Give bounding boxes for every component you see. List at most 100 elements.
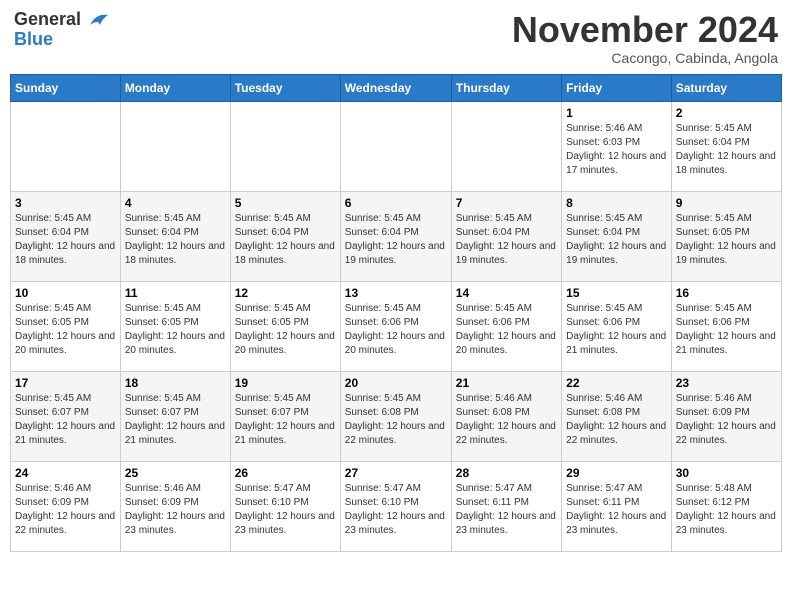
- column-header-thursday: Thursday: [451, 74, 561, 101]
- calendar-cell: 18Sunrise: 5:45 AMSunset: 6:07 PMDayligh…: [120, 371, 230, 461]
- calendar-cell: 10 Sunrise: 5:45 AMSunset: 6:05 PMDayligh…: [11, 281, 121, 371]
- day-number: 12: [235, 286, 336, 300]
- calendar-cell: [451, 101, 561, 191]
- day-info: Sunrise: 5:45 AMSunset: 6:05 PMDaylight:…: [676, 212, 777, 268]
- day-number: 19: [235, 376, 336, 390]
- day-number: 20: [345, 376, 447, 390]
- calendar-cell: 19 Sunrise: 5:45 AMSunset: 6:07 PMDayligh…: [230, 371, 340, 461]
- day-number: 14: [456, 286, 557, 300]
- column-header-wednesday: Wednesday: [340, 74, 451, 101]
- day-info: Sunrise: 5:45 AMSunset: 6:04 PMDaylight:…: [676, 122, 777, 178]
- calendar-cell: 17 Sunrise: 5:45 AMSunset: 6:07 PMDayligh…: [11, 371, 121, 461]
- day-number: 30: [676, 466, 777, 480]
- day-info: Sunrise: 5:45 AMSunset: 6:06 PMDaylight:…: [676, 302, 777, 358]
- week-row-4: 17 Sunrise: 5:45 AMSunset: 6:07 PMDayligh…: [11, 371, 782, 461]
- day-number: 15: [566, 286, 667, 300]
- day-info: Sunrise: 5:45 AMSunset: 6:06 PMDaylight:…: [456, 302, 557, 358]
- calendar-header-row: SundayMondayTuesdayWednesdayThursdayFrid…: [11, 74, 782, 101]
- calendar-cell: 8 Sunrise: 5:45 AMSunset: 6:04 PMDaylight…: [562, 191, 672, 281]
- day-number: 2: [676, 106, 777, 120]
- calendar-cell: 23 Sunrise: 5:46 AMSunset: 6:09 PMDayligh…: [671, 371, 781, 461]
- calendar-cell: 16 Sunrise: 5:45 AMSunset: 6:06 PMDayligh…: [671, 281, 781, 371]
- day-number: 11: [125, 286, 226, 300]
- calendar-cell: 1 Sunrise: 5:46 AMSunset: 6:03 PMDaylight…: [562, 101, 672, 191]
- day-info: Sunrise: 5:45 AMSunset: 6:04 PMDaylight:…: [345, 212, 447, 268]
- day-info: Sunrise: 5:46 AMSunset: 6:09 PMDaylight:…: [15, 482, 116, 538]
- calendar-cell: [11, 101, 121, 191]
- calendar-cell: 11 Sunrise: 5:45 AMSunset: 6:05 PMDayligh…: [120, 281, 230, 371]
- week-row-5: 24 Sunrise: 5:46 AMSunset: 6:09 PMDayligh…: [11, 461, 782, 551]
- day-info: Sunrise: 5:45 AMSunset: 6:04 PMDaylight:…: [235, 212, 336, 268]
- day-info: Sunrise: 5:46 AMSunset: 6:08 PMDaylight:…: [566, 392, 667, 448]
- day-info: Sunrise: 5:45 AMSunset: 6:07 PMDaylight:…: [125, 392, 226, 448]
- day-info: Sunrise: 5:46 AMSunset: 6:03 PMDaylight:…: [566, 122, 667, 178]
- location: Cacongo, Cabinda, Angola: [512, 50, 778, 66]
- calendar-cell: 25 Sunrise: 5:46 AMSunset: 6:09 PMDayligh…: [120, 461, 230, 551]
- day-info: Sunrise: 5:47 AMSunset: 6:10 PMDaylight:…: [345, 482, 447, 538]
- week-row-1: 1 Sunrise: 5:46 AMSunset: 6:03 PMDaylight…: [11, 101, 782, 191]
- calendar-cell: [230, 101, 340, 191]
- calendar-cell: 5 Sunrise: 5:45 AMSunset: 6:04 PMDaylight…: [230, 191, 340, 281]
- calendar-cell: 6 Sunrise: 5:45 AMSunset: 6:04 PMDaylight…: [340, 191, 451, 281]
- calendar-cell: 2 Sunrise: 5:45 AMSunset: 6:04 PMDaylight…: [671, 101, 781, 191]
- day-info: Sunrise: 5:46 AMSunset: 6:09 PMDaylight:…: [125, 482, 226, 538]
- day-info: Sunrise: 5:46 AMSunset: 6:08 PMDaylight:…: [456, 392, 557, 448]
- column-header-monday: Monday: [120, 74, 230, 101]
- day-number: 22: [566, 376, 667, 390]
- day-info: Sunrise: 5:46 AMSunset: 6:09 PMDaylight:…: [676, 392, 777, 448]
- day-number: 27: [345, 466, 447, 480]
- calendar-cell: 21 Sunrise: 5:46 AMSunset: 6:08 PMDayligh…: [451, 371, 561, 461]
- calendar-cell: 14 Sunrise: 5:45 AMSunset: 6:06 PMDayligh…: [451, 281, 561, 371]
- calendar-cell: 28 Sunrise: 5:47 AMSunset: 6:11 PMDayligh…: [451, 461, 561, 551]
- day-number: 8: [566, 196, 667, 210]
- day-info: Sunrise: 5:45 AMSunset: 6:04 PMDaylight:…: [566, 212, 667, 268]
- column-header-friday: Friday: [562, 74, 672, 101]
- title-block: November 2024 Cacongo, Cabinda, Angola: [512, 10, 778, 66]
- column-header-sunday: Sunday: [11, 74, 121, 101]
- column-header-tuesday: Tuesday: [230, 74, 340, 101]
- logo-general: General: [14, 9, 81, 29]
- day-info: Sunrise: 5:45 AMSunset: 6:05 PMDaylight:…: [125, 302, 226, 358]
- day-number: 23: [676, 376, 777, 390]
- day-number: 16: [676, 286, 777, 300]
- calendar-cell: 7Sunrise: 5:45 AMSunset: 6:04 PMDaylight…: [451, 191, 561, 281]
- calendar-cell: [340, 101, 451, 191]
- day-number: 17: [15, 376, 116, 390]
- day-number: 1: [566, 106, 667, 120]
- day-info: Sunrise: 5:45 AMSunset: 6:04 PMDaylight:…: [456, 212, 557, 268]
- day-info: Sunrise: 5:47 AMSunset: 6:11 PMDaylight:…: [456, 482, 557, 538]
- week-row-3: 10 Sunrise: 5:45 AMSunset: 6:05 PMDayligh…: [11, 281, 782, 371]
- month-title: November 2024: [512, 10, 778, 50]
- day-info: Sunrise: 5:45 AMSunset: 6:05 PMDaylight:…: [235, 302, 336, 358]
- calendar-cell: 27 Sunrise: 5:47 AMSunset: 6:10 PMDayligh…: [340, 461, 451, 551]
- day-number: 5: [235, 196, 336, 210]
- week-row-2: 3 Sunrise: 5:45 AMSunset: 6:04 PMDaylight…: [11, 191, 782, 281]
- day-info: Sunrise: 5:47 AMSunset: 6:10 PMDaylight:…: [235, 482, 336, 538]
- day-number: 10: [15, 286, 116, 300]
- calendar-cell: [120, 101, 230, 191]
- day-number: 9: [676, 196, 777, 210]
- day-info: Sunrise: 5:45 AMSunset: 6:06 PMDaylight:…: [566, 302, 667, 358]
- day-info: Sunrise: 5:45 AMSunset: 6:06 PMDaylight:…: [345, 302, 447, 358]
- day-info: Sunrise: 5:45 AMSunset: 6:04 PMDaylight:…: [15, 212, 116, 268]
- day-number: 3: [15, 196, 116, 210]
- day-number: 6: [345, 196, 447, 210]
- calendar-cell: 3 Sunrise: 5:45 AMSunset: 6:04 PMDaylight…: [11, 191, 121, 281]
- day-info: Sunrise: 5:47 AMSunset: 6:11 PMDaylight:…: [566, 482, 667, 538]
- calendar-cell: 29Sunrise: 5:47 AMSunset: 6:11 PMDayligh…: [562, 461, 672, 551]
- day-info: Sunrise: 5:45 AMSunset: 6:07 PMDaylight:…: [235, 392, 336, 448]
- day-info: Sunrise: 5:45 AMSunset: 6:05 PMDaylight:…: [15, 302, 116, 358]
- day-number: 24: [15, 466, 116, 480]
- page-header: General Blue November 2024 Cacongo, Cabi…: [10, 10, 782, 66]
- logo-bird-icon: [88, 11, 110, 29]
- calendar-cell: 24 Sunrise: 5:46 AMSunset: 6:09 PMDayligh…: [11, 461, 121, 551]
- day-number: 28: [456, 466, 557, 480]
- day-number: 21: [456, 376, 557, 390]
- calendar-table: SundayMondayTuesdayWednesdayThursdayFrid…: [10, 74, 782, 552]
- day-info: Sunrise: 5:45 AMSunset: 6:07 PMDaylight:…: [15, 392, 116, 448]
- logo-text: General Blue: [14, 10, 110, 50]
- calendar-cell: 13Sunrise: 5:45 AMSunset: 6:06 PMDayligh…: [340, 281, 451, 371]
- day-number: 26: [235, 466, 336, 480]
- day-number: 25: [125, 466, 226, 480]
- day-info: Sunrise: 5:45 AMSunset: 6:08 PMDaylight:…: [345, 392, 447, 448]
